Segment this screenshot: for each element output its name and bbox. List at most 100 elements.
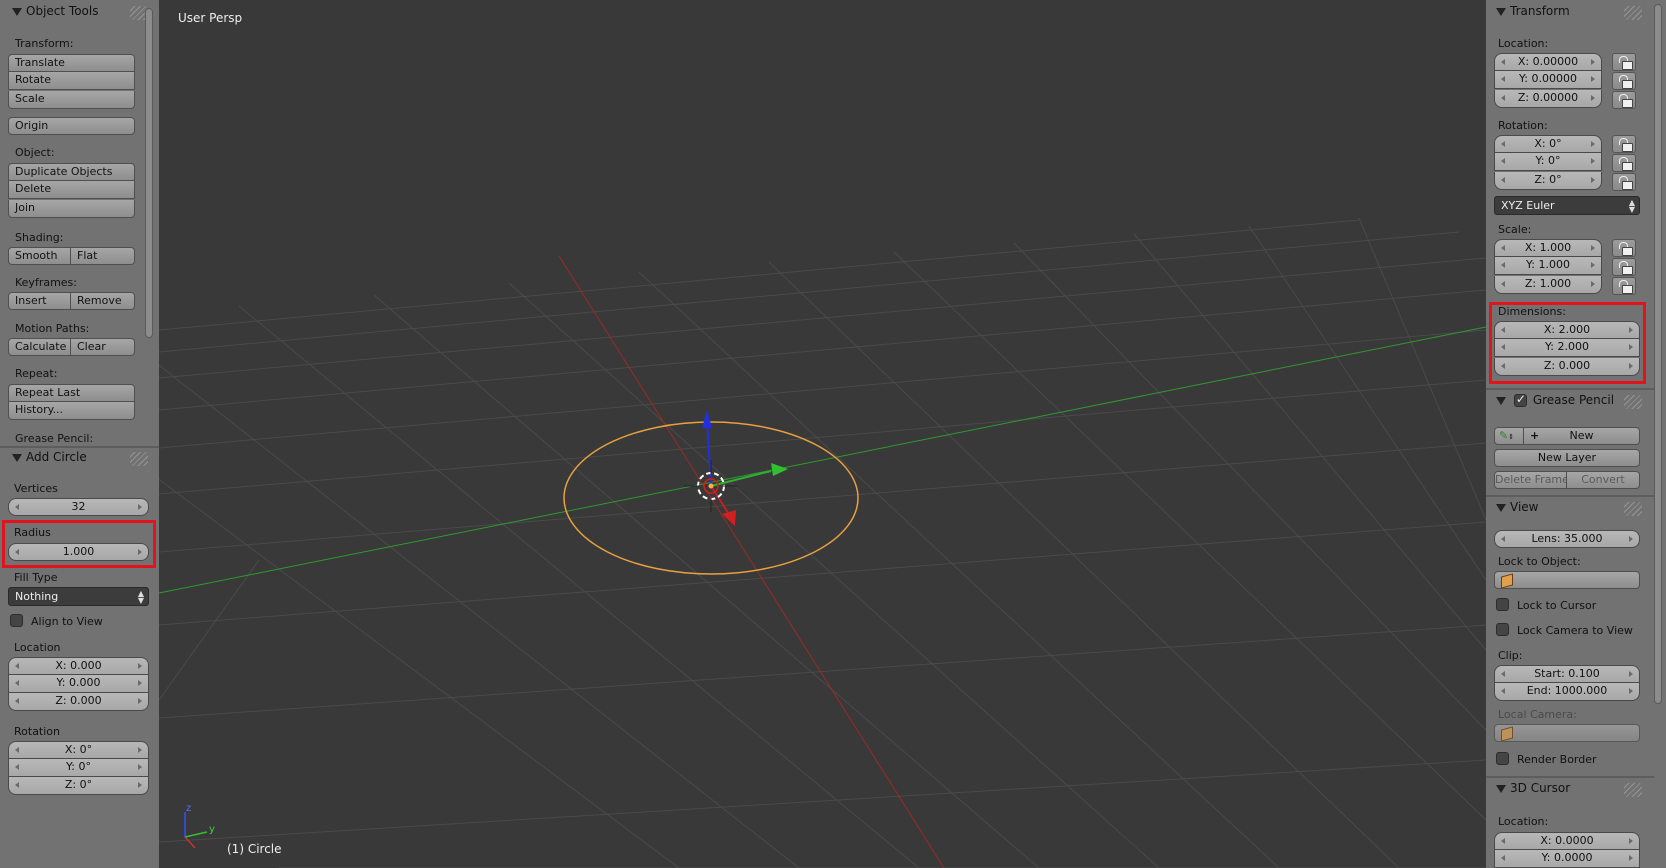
origin-button[interactable]: Origin [8,117,135,135]
local-camera-field[interactable] [1494,724,1640,742]
increment-arrow-icon[interactable] [1591,141,1595,147]
decrement-arrow-icon[interactable] [1501,327,1505,333]
increment-arrow-icon[interactable] [138,663,142,669]
location-x-field[interactable]: X: 0.00000 [1494,53,1602,71]
decrement-arrow-icon[interactable] [1501,671,1505,677]
fill-type-dropdown[interactable]: Nothing ▲ ▼ [8,587,149,606]
increment-arrow-icon[interactable] [1591,177,1595,183]
increment-arrow-icon[interactable] [1591,158,1595,164]
increment-arrow-icon[interactable] [138,747,142,753]
translate-button[interactable]: Translate [8,54,135,72]
cursor-y-field[interactable]: Y: 0.0000 [1494,850,1640,868]
grease-pencil-header[interactable]: Grease Pencil [1496,392,1646,413]
increment-arrow-icon[interactable] [138,680,142,686]
render-border-checkbox[interactable] [1496,752,1509,765]
convert-button[interactable]: Convert [1567,471,1640,489]
flat-button[interactable]: Flat [71,247,135,265]
clear-button[interactable]: Clear [71,338,135,356]
decrement-arrow-icon[interactable] [1501,688,1505,694]
increment-arrow-icon[interactable] [1591,245,1595,251]
new-layer-button[interactable]: New Layer [1494,449,1640,467]
y-manipulator-arrow-icon[interactable] [771,463,788,476]
decrement-arrow-icon[interactable] [1501,855,1505,861]
scale-z-field[interactable]: Z: 1.000 [1494,276,1602,294]
lock-object-field[interactable] [1494,571,1640,589]
increment-arrow-icon[interactable] [1629,838,1633,844]
increment-arrow-icon[interactable] [1591,281,1595,287]
decrement-arrow-icon[interactable] [15,663,19,669]
increment-arrow-icon[interactable] [138,504,142,510]
location-y-field[interactable]: Y: 0.000 [8,675,149,693]
drag-grip-icon[interactable] [1624,6,1642,20]
3d-viewport[interactable]: z y User Persp (1) Circle [159,0,1486,868]
increment-arrow-icon[interactable] [1591,59,1595,65]
increment-arrow-icon[interactable] [1629,536,1633,542]
view-header[interactable]: View [1496,500,1646,520]
increment-arrow-icon[interactable] [1629,363,1633,369]
z-manipulator-arrow-icon[interactable] [702,410,712,428]
lock-location-y-icon[interactable] [1612,72,1636,90]
clip-end-field[interactable]: End: 1000.000 [1494,683,1640,701]
increment-arrow-icon[interactable] [138,782,142,788]
z-manipulator-line[interactable] [706,417,712,487]
drag-grip-icon[interactable] [130,452,148,466]
scale-x-field[interactable]: X: 1.000 [1494,239,1602,257]
drag-grip-icon[interactable] [1624,502,1642,516]
decrement-arrow-icon[interactable] [1501,59,1505,65]
3d-cursor-header[interactable]: 3D Cursor [1496,781,1646,801]
clip-start-field[interactable]: Start: 0.100 [1494,665,1640,683]
location-z-field[interactable]: Z: 0.000 [8,693,149,711]
increment-arrow-icon[interactable] [1629,671,1633,677]
rotation-z-field[interactable]: Z: 0° [8,777,149,795]
repeat-last-button[interactable]: Repeat Last [8,384,135,402]
lock-scale-x-icon[interactable] [1612,239,1636,257]
smooth-button[interactable]: Smooth [8,247,71,265]
increment-arrow-icon[interactable] [1591,95,1595,101]
rotation-z-field[interactable]: Z: 0° [1494,172,1602,190]
grease-pencil-new-button[interactable]: + New [1524,427,1640,445]
decrement-arrow-icon[interactable] [15,764,19,770]
decrement-arrow-icon[interactable] [1501,262,1505,268]
increment-arrow-icon[interactable] [1629,855,1633,861]
decrement-arrow-icon[interactable] [1501,95,1505,101]
dimension-x-field[interactable]: X: 2.000 [1494,321,1640,339]
rotate-button[interactable]: Rotate [8,72,135,90]
join-button[interactable]: Join [8,200,135,218]
object-tools-header[interactable]: Object Tools [12,4,152,24]
remove-keyframe-button[interactable]: Remove [71,292,135,310]
location-z-field[interactable]: Z: 0.00000 [1494,90,1602,108]
increment-arrow-icon[interactable] [138,698,142,704]
decrement-arrow-icon[interactable] [1501,245,1505,251]
rotation-x-field[interactable]: X: 0° [8,741,149,759]
lock-scale-y-icon[interactable] [1612,258,1636,276]
properties-scrollbar[interactable] [1654,4,1662,704]
decrement-arrow-icon[interactable] [1501,141,1505,147]
lock-rotation-x-icon[interactable] [1612,135,1636,153]
lens-field[interactable]: Lens: 35.000 [1494,530,1640,548]
dimension-z-field[interactable]: Z: 0.000 [1494,358,1640,376]
duplicate-objects-button[interactable]: Duplicate Objects [8,163,135,181]
lock-location-x-icon[interactable] [1612,53,1636,71]
lock-rotation-y-icon[interactable] [1612,154,1636,172]
increment-arrow-icon[interactable] [1591,262,1595,268]
location-x-field[interactable]: X: 0.000 [8,657,149,675]
scale-y-field[interactable]: Y: 1.000 [1494,257,1602,275]
rotation-y-field[interactable]: Y: 0° [1494,153,1602,171]
lock-camera-checkbox[interactable] [1496,623,1509,636]
dimension-y-field[interactable]: Y: 2.000 [1494,339,1640,357]
decrement-arrow-icon[interactable] [1501,363,1505,369]
lock-to-cursor-checkbox[interactable] [1496,598,1509,611]
vertices-field[interactable]: 32 [8,498,149,516]
increment-arrow-icon[interactable] [1629,344,1633,350]
decrement-arrow-icon[interactable] [15,504,19,510]
decrement-arrow-icon[interactable] [1501,536,1505,542]
lock-location-z-icon[interactable] [1612,91,1636,109]
history-button[interactable]: History... [8,402,135,420]
x-manipulator-line[interactable] [710,485,730,515]
decrement-arrow-icon[interactable] [15,680,19,686]
rotation-y-field[interactable]: Y: 0° [8,759,149,777]
grease-pencil-enable-checkbox[interactable] [1513,392,1527,407]
lock-rotation-z-icon[interactable] [1612,173,1636,191]
transform-header[interactable]: Transform [1496,4,1646,24]
decrement-arrow-icon[interactable] [1501,177,1505,183]
